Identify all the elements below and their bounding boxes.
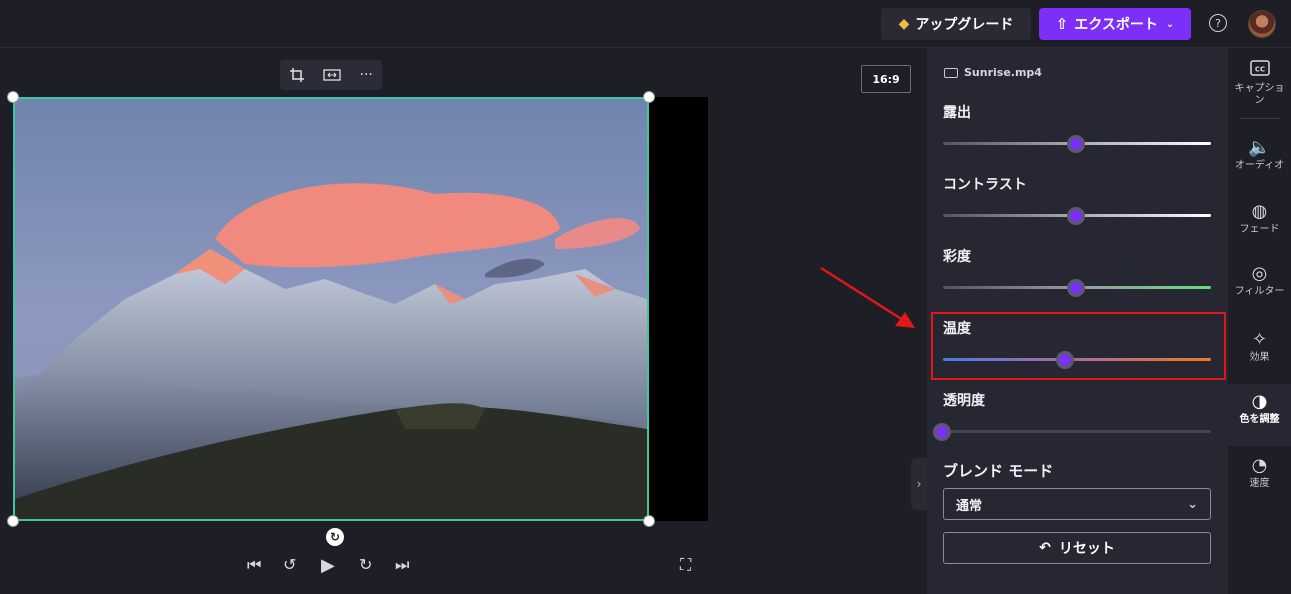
opacity-slider-track[interactable] <box>943 430 1211 433</box>
color-adjust-icon: ◑ <box>1251 391 1268 412</box>
audio-icon: 🔈 <box>1248 137 1271 158</box>
fade-icon: ◍ <box>1251 201 1268 222</box>
resize-handle-top-right[interactable] <box>643 91 655 103</box>
help-icon[interactable]: ? <box>1209 14 1227 32</box>
rail-item-speed[interactable]: ◔ 速度 <box>1228 456 1291 496</box>
chevron-down-icon: ⌄ <box>1187 496 1198 512</box>
resize-handle-bottom-left[interactable] <box>7 515 19 527</box>
resize-handle-top-left[interactable] <box>7 91 19 103</box>
rail-item-audio[interactable]: 🔈 オーディオ <box>1228 138 1291 178</box>
blend-mode-value: 通常 <box>956 498 983 514</box>
opacity-slider-thumb[interactable] <box>933 423 951 441</box>
skip-to-end-icon[interactable]: ⏭ <box>395 555 409 575</box>
rail-label-audio: オーディオ <box>1234 160 1285 171</box>
export-label: エクスポート <box>1074 17 1158 33</box>
exposure-slider-thumb[interactable] <box>1067 135 1085 153</box>
tool-rail <box>1228 48 1291 594</box>
rail-item-fade[interactable]: ◍ フェード <box>1228 202 1291 242</box>
mountain-image <box>15 99 647 519</box>
saturation-label: 彩度 <box>943 249 971 265</box>
reset-label: リセット <box>1058 541 1115 557</box>
more-icon[interactable]: ··· <box>360 67 373 83</box>
captions-icon: CC <box>1249 60 1270 81</box>
collapse-panel-button[interactable]: › <box>911 458 927 510</box>
video-preview[interactable] <box>13 97 649 521</box>
rail-separator <box>1240 118 1280 119</box>
undo-icon: ↶ <box>1039 540 1051 556</box>
export-button[interactable]: ⇧ エクスポート ⌄ <box>1039 8 1191 40</box>
reset-button[interactable]: ↶ リセット <box>943 532 1211 564</box>
forward-5-icon[interactable]: ↻ <box>359 555 372 574</box>
rail-label-speed: 速度 <box>1249 478 1270 489</box>
rail-label-fade: フェード <box>1239 224 1280 235</box>
annotation-arrow-icon <box>820 266 915 328</box>
rail-label-effects: 効果 <box>1249 352 1270 363</box>
speed-icon: ◔ <box>1251 455 1268 476</box>
filter-icon: ◎ <box>1251 263 1268 284</box>
resize-handle-bottom-right[interactable] <box>643 515 655 527</box>
aspect-ratio-button[interactable]: 16:9 <box>861 65 911 93</box>
rail-label-filter: フィルター <box>1234 286 1285 297</box>
film-icon <box>944 67 958 78</box>
contrast-label: コントラスト <box>943 177 1027 193</box>
chevron-down-icon: ⌄ <box>1165 18 1175 30</box>
rail-item-color-adjust[interactable]: ◑ 色を調整 <box>1228 384 1291 446</box>
crop-icon[interactable] <box>289 67 305 83</box>
rotate-icon[interactable]: ↻ <box>326 528 344 546</box>
contrast-slider-thumb[interactable] <box>1067 207 1085 225</box>
fit-icon[interactable] <box>323 68 341 82</box>
skip-to-start-icon[interactable]: ⏮ <box>247 555 261 575</box>
diamond-icon: ◆ <box>898 16 910 32</box>
rail-label-captions: キャプション <box>1234 83 1285 106</box>
saturation-slider-thumb[interactable] <box>1067 279 1085 297</box>
rewind-5-icon[interactable]: ↺ <box>283 555 296 574</box>
temperature-highlight <box>931 312 1226 380</box>
preview-toolbar: ··· <box>280 60 382 90</box>
play-icon[interactable]: ▶ <box>321 555 335 576</box>
rail-item-effects[interactable]: ✧ 効果 <box>1228 330 1291 370</box>
exposure-label: 露出 <box>943 105 971 121</box>
svg-text:CC: CC <box>1254 66 1264 74</box>
file-name: Sunrise.mp4 <box>944 66 1042 79</box>
file-name-text: Sunrise.mp4 <box>964 66 1042 79</box>
opacity-label: 透明度 <box>943 393 985 409</box>
rail-item-filter[interactable]: ◎ フィルター <box>1228 264 1291 306</box>
upgrade-button[interactable]: ◆ アップグレード <box>881 8 1031 40</box>
blend-mode-select[interactable]: 通常 ⌄ <box>943 488 1211 520</box>
upload-icon: ⇧ <box>1055 15 1069 33</box>
effects-icon: ✧ <box>1251 329 1268 350</box>
upgrade-label: アップグレード <box>915 17 1014 33</box>
avatar[interactable] <box>1248 10 1276 38</box>
rail-item-captions[interactable]: CC キャプション <box>1228 60 1291 110</box>
fullscreen-icon[interactable]: ⛶ <box>680 555 691 575</box>
blend-mode-label: ブレンド モード <box>943 462 1054 480</box>
rail-label-color-adjust: 色を調整 <box>1239 414 1280 425</box>
